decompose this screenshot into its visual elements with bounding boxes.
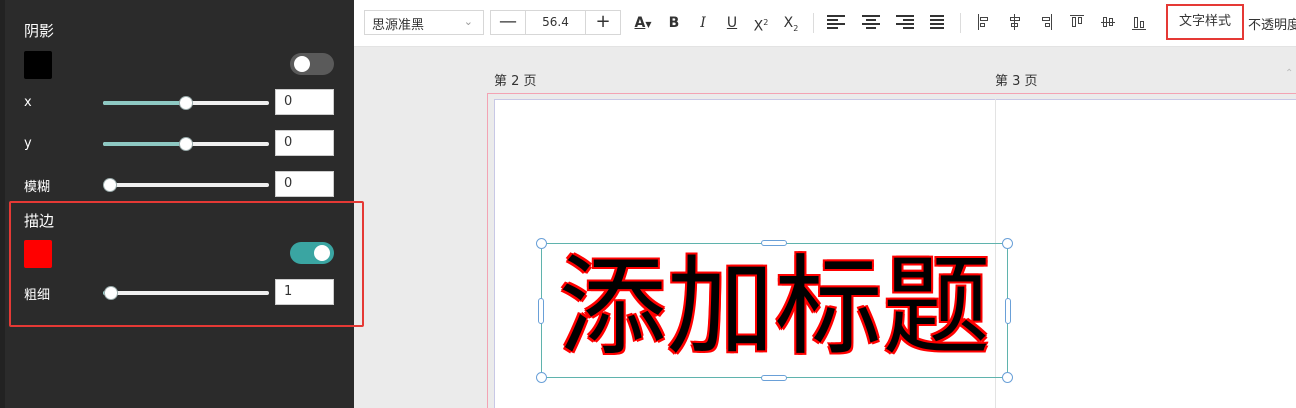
- chevron-down-icon: ⌄: [463, 15, 473, 28]
- resize-handle-bottom-left[interactable]: [536, 372, 547, 383]
- shadow-blur-label: 模糊: [24, 180, 51, 195]
- shadow-x-label: x: [24, 95, 32, 110]
- shadow-y-slider[interactable]: [103, 137, 269, 151]
- align-center-icon[interactable]: [862, 15, 880, 29]
- align-right-icon[interactable]: [896, 15, 914, 29]
- toggle-knob: [314, 245, 330, 261]
- text-effects-panel: 阴影 x 0 y 0 模糊 0 描边 粗细 1: [0, 0, 364, 408]
- shadow-x-slider[interactable]: [103, 96, 269, 110]
- stroke-color-swatch[interactable]: [24, 240, 52, 268]
- superscript-button[interactable]: X2: [750, 12, 772, 35]
- shadow-blur-input[interactable]: 0: [275, 171, 334, 197]
- align-justify-icon[interactable]: [930, 15, 944, 29]
- slider-thumb[interactable]: [179, 137, 193, 151]
- slider-track: [103, 183, 269, 187]
- font-size-value[interactable]: 56.4: [527, 15, 584, 29]
- caret-down-icon: ▼: [645, 20, 652, 29]
- selection-box[interactable]: [541, 243, 1008, 378]
- object-align-center-icon[interactable]: [1007, 13, 1023, 31]
- resize-handle-bottom-right[interactable]: [1002, 372, 1013, 383]
- shadow-color-swatch[interactable]: [24, 51, 52, 79]
- object-align-bottom-icon[interactable]: [1131, 13, 1147, 31]
- shadow-toggle[interactable]: [290, 53, 334, 75]
- chevron-up-icon[interactable]: ⌃: [1285, 68, 1293, 79]
- stroke-toggle[interactable]: [290, 242, 334, 264]
- subscript-mark: 2: [793, 23, 799, 33]
- object-align-left-icon[interactable]: [976, 13, 992, 31]
- shadow-x-input[interactable]: 0: [275, 89, 334, 115]
- stroke-section-title: 描边: [24, 212, 55, 230]
- shadow-blur-slider[interactable]: [103, 178, 269, 192]
- slider-fill: [103, 142, 186, 146]
- shadow-y-label: y: [24, 136, 32, 151]
- shadow-section-title: 阴影: [24, 22, 55, 40]
- align-left-icon[interactable]: [827, 15, 845, 29]
- font-color-button[interactable]: A▼: [630, 12, 656, 34]
- slider-thumb[interactable]: [104, 286, 118, 300]
- stroke-width-slider[interactable]: [103, 286, 269, 300]
- text-toolbar: 思源准黑 ⌄ — 56.4 + A▼ B I U X2 X2 文字样式 不透明度: [354, 0, 1296, 47]
- resize-handle-bottom[interactable]: [761, 375, 787, 381]
- resize-handle-left[interactable]: [538, 298, 544, 324]
- slider-thumb[interactable]: [103, 178, 117, 192]
- superscript-mark: 2: [763, 18, 769, 27]
- resize-handle-right[interactable]: [1005, 298, 1011, 324]
- resize-handle-top-left[interactable]: [536, 238, 547, 249]
- toolbar-divider: [813, 13, 814, 33]
- slider-thumb[interactable]: [179, 96, 193, 110]
- panel-edge: [0, 0, 5, 408]
- stroke-width-label: 粗细: [24, 288, 51, 303]
- toolbar-divider: [960, 13, 961, 33]
- font-size-increase-button[interactable]: +: [585, 11, 620, 34]
- text-style-button[interactable]: 文字样式: [1166, 4, 1244, 40]
- stroke-width-input[interactable]: 1: [275, 279, 334, 305]
- object-align-right-icon[interactable]: [1038, 13, 1054, 31]
- superscript-icon: X: [753, 18, 764, 35]
- font-family-value: 思源准黑: [372, 18, 425, 33]
- italic-button[interactable]: I: [693, 12, 713, 34]
- font-size-decrease-button[interactable]: —: [491, 11, 526, 34]
- resize-handle-top[interactable]: [761, 240, 787, 246]
- font-size-stepper[interactable]: — 56.4 +: [490, 10, 621, 35]
- font-family-select[interactable]: 思源准黑 ⌄: [364, 10, 484, 35]
- object-align-top-icon[interactable]: [1069, 13, 1085, 31]
- stroke-highlight-box: [9, 201, 364, 327]
- opacity-button[interactable]: 不透明度: [1248, 14, 1296, 33]
- font-color-icon: A: [634, 15, 646, 31]
- page-3-label: 第 3 页: [995, 74, 1038, 89]
- subscript-button[interactable]: X2: [780, 12, 802, 34]
- slider-fill: [103, 101, 186, 105]
- object-align-middle-icon[interactable]: [1100, 13, 1116, 31]
- bold-button[interactable]: B: [664, 12, 684, 34]
- underline-button[interactable]: U: [722, 12, 742, 34]
- toggle-knob: [294, 56, 310, 72]
- page-2-label: 第 2 页: [494, 74, 537, 89]
- shadow-y-input[interactable]: 0: [275, 130, 334, 156]
- resize-handle-top-right[interactable]: [1002, 238, 1013, 249]
- slider-track: [103, 291, 269, 295]
- subscript-icon: X: [783, 15, 794, 31]
